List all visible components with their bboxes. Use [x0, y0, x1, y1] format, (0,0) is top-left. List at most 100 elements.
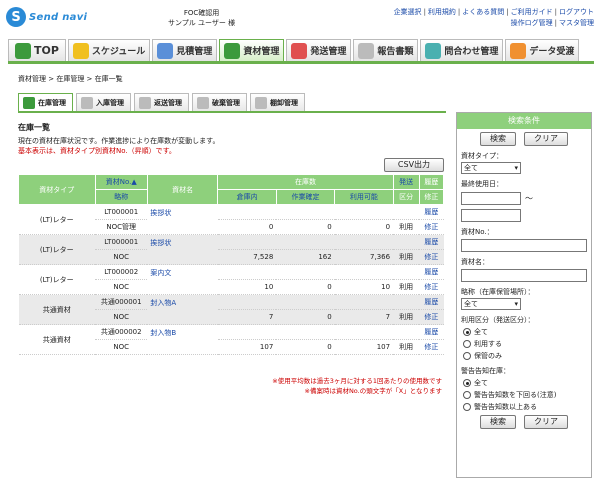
cell-edit[interactable]: 修正 — [419, 219, 444, 235]
abbr-select[interactable]: 全て — [461, 298, 521, 310]
name-label: 資材名： — [461, 258, 489, 266]
link-operation-log[interactable]: 操作ログ管理 — [511, 19, 553, 27]
use-radio-use[interactable]: 利用する — [463, 339, 585, 349]
search-button-bottom[interactable]: 検索 — [480, 415, 516, 429]
cell-available: 10 — [334, 279, 394, 295]
stock-table: 資材タイプ 資材No.▲ 資材名 在庫数 発送 履歴 略称 倉庫内 作業確定 利… — [18, 174, 445, 355]
subtab-inventory[interactable]: 棚卸管理 — [250, 93, 305, 111]
col-available[interactable]: 利用可能 — [334, 189, 394, 205]
cell-available: 7 — [334, 309, 394, 325]
alert-radio-below[interactable]: 警告告知数を下回る(注意) — [463, 390, 585, 400]
edit-link[interactable]: 修正 — [424, 343, 438, 351]
edit-link[interactable]: 修正 — [424, 313, 438, 321]
edit-link[interactable]: 修正 — [424, 283, 438, 291]
cell-hist[interactable]: 履歴 — [419, 294, 444, 310]
tab-material[interactable]: 資材管理 — [219, 39, 285, 61]
cell-spacer — [393, 324, 420, 340]
subtab-return[interactable]: 返送管理 — [134, 93, 189, 111]
history-link[interactable]: 履歴 — [424, 298, 438, 306]
subtab-stock[interactable]: 在庫管理 — [18, 93, 73, 111]
use-radio-store[interactable]: 保管のみ — [463, 351, 585, 361]
alert-radio-above[interactable]: 警告告知数以上ある — [463, 402, 585, 412]
material-name-link[interactable]: 案内文 — [150, 269, 171, 277]
no-label: 資材No.： — [461, 228, 494, 236]
estimate-icon — [157, 42, 174, 59]
radio-label: 警告告知数以上ある — [474, 403, 537, 411]
sort-available-link[interactable]: 利用可能 — [350, 193, 378, 201]
tab-inquiry[interactable]: 問合わせ管理 — [420, 39, 504, 61]
cell-edit[interactable]: 修正 — [419, 309, 444, 325]
cell-edit[interactable]: 修正 — [419, 249, 444, 265]
col-no[interactable]: 資材No.▲ — [94, 174, 148, 190]
csv-export-button[interactable]: CSV出力 — [384, 158, 444, 172]
cell-spacer — [217, 204, 394, 220]
history-link[interactable]: 履歴 — [424, 268, 438, 276]
subtab-inbound[interactable]: 入庫管理 — [76, 93, 131, 111]
col-confirmed[interactable]: 作業確定 — [275, 189, 336, 205]
tab-data-transfer[interactable]: データ受渡 — [505, 39, 580, 61]
cell-abbr: NOC — [95, 309, 148, 325]
edit-link[interactable]: 修正 — [424, 223, 438, 231]
subtab-disposal[interactable]: 破棄管理 — [192, 93, 247, 111]
sort-abbr-link[interactable]: 略称 — [114, 193, 128, 201]
cell-hist[interactable]: 履歴 — [419, 264, 444, 280]
col-abbr[interactable]: 略称 — [94, 189, 148, 205]
cell-warehouse: 7 — [217, 309, 277, 325]
clear-button[interactable]: クリア — [524, 132, 568, 146]
history-link[interactable]: 履歴 — [424, 328, 438, 336]
history-link[interactable]: 履歴 — [424, 238, 438, 246]
alert-radio-all[interactable]: 全て — [463, 378, 585, 388]
sort-confirmed-link[interactable]: 作業確定 — [291, 193, 319, 201]
link-terms[interactable]: 利用規約 — [428, 8, 456, 16]
link-guide[interactable]: ご利用ガイド — [511, 8, 553, 16]
material-name-link[interactable]: 挨拶状 — [150, 239, 171, 247]
name-input[interactable] — [461, 269, 587, 282]
material-name-link[interactable]: 封入物A — [150, 299, 176, 307]
material-name-link[interactable]: 挨拶状 — [150, 209, 171, 217]
tab-top[interactable]: TOP — [8, 39, 66, 61]
tab-shipping[interactable]: 発送管理 — [286, 39, 352, 61]
type-select[interactable]: 全て — [461, 162, 521, 174]
cell-available: 0 — [334, 219, 394, 235]
history-link[interactable]: 履歴 — [424, 208, 438, 216]
link-master[interactable]: マスタ管理 — [559, 19, 594, 27]
link-logout[interactable]: ログアウト — [559, 8, 594, 16]
logo[interactable]: S Send navi — [6, 7, 87, 27]
material-name-link[interactable]: 封入物B — [150, 329, 176, 337]
sort-no-link[interactable]: 資材No.▲ — [106, 178, 137, 186]
tab-schedule[interactable]: スケジュール — [67, 39, 151, 61]
col-ship: 発送 — [392, 174, 420, 190]
ship-sort-link[interactable]: 発送 — [399, 178, 413, 186]
desc-line2: 基本表示は、資材タイプ別資材No.（昇順）です。 — [18, 147, 176, 155]
lastuse-from-input[interactable] — [461, 192, 521, 205]
footnote-line2: ※備案時は資材No.の頭文字が「X」となります — [304, 387, 443, 395]
cell-edit[interactable]: 修正 — [419, 339, 444, 355]
col-stock: 在庫数 — [217, 174, 394, 190]
link-faq[interactable]: よくある質問 — [462, 8, 504, 16]
lastuse-to-input[interactable] — [461, 209, 521, 222]
tab-reports[interactable]: 報告書類 — [353, 39, 419, 61]
cell-warehouse: 107 — [217, 339, 277, 355]
col-edit: 修正 — [418, 189, 445, 205]
material-icon — [224, 42, 241, 59]
use-label: 利用区分（発送区分）： — [461, 316, 535, 324]
cell-hist[interactable]: 履歴 — [419, 324, 444, 340]
cell-type: 共通資材 — [18, 324, 96, 355]
search-button[interactable]: 検索 — [480, 132, 516, 146]
top-links: 企業選択 | 利用規約 | よくある質問 | ご利用ガイド | ログアウト 操作ログ管理 | マスタ… — [393, 8, 594, 27]
footnote-line1: ※使用平均数は過去3ヶ月に対する1回あたりの使用数です — [272, 377, 442, 385]
no-input[interactable] — [461, 239, 587, 252]
cell-name: 封入物B — [147, 324, 218, 355]
link-company-select[interactable]: 企業選択 — [394, 8, 422, 16]
clear-button-bottom[interactable]: クリア — [524, 415, 568, 429]
col-warehouse[interactable]: 倉庫内 — [217, 189, 277, 205]
tab-estimate[interactable]: 見積管理 — [152, 39, 218, 61]
inquiry-icon — [425, 42, 442, 59]
lastuse-label: 最終使用日： — [461, 180, 503, 188]
edit-link[interactable]: 修正 — [424, 253, 438, 261]
cell-hist[interactable]: 履歴 — [419, 234, 444, 250]
sort-warehouse-link[interactable]: 倉庫内 — [237, 193, 258, 201]
use-radio-all[interactable]: 全て — [463, 327, 585, 337]
cell-hist[interactable]: 履歴 — [419, 204, 444, 220]
cell-edit[interactable]: 修正 — [419, 279, 444, 295]
